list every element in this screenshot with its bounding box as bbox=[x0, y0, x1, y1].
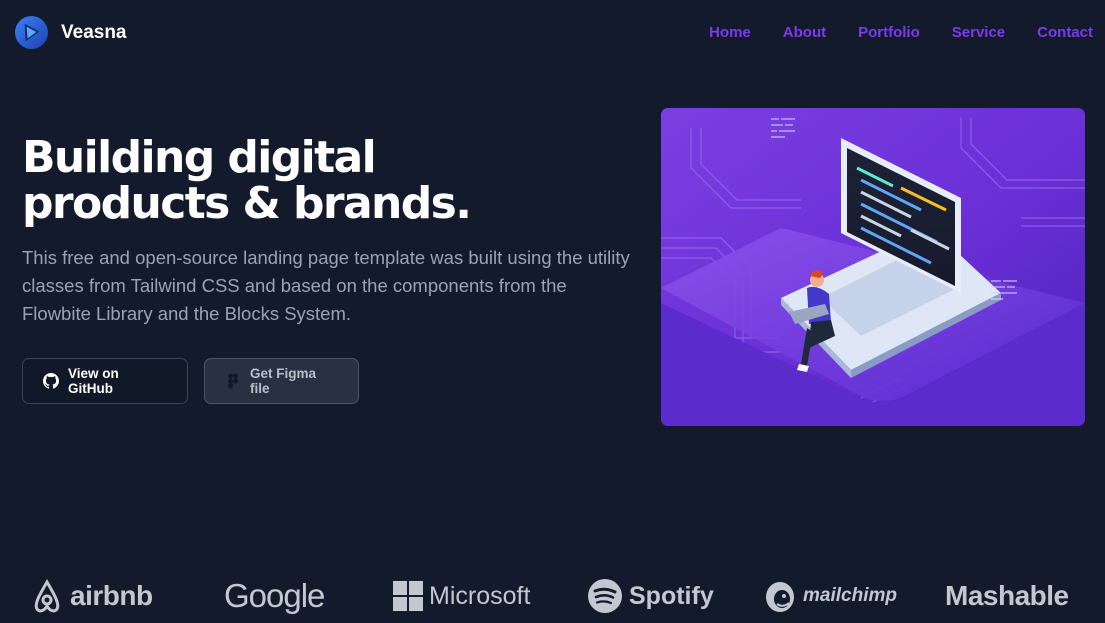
microsoft-wordmark: Microsoft bbox=[429, 581, 531, 610]
nav-about-link[interactable]: About bbox=[783, 23, 826, 43]
nav-service-link[interactable]: Service bbox=[952, 23, 1005, 43]
airbnb-logo: airbnb bbox=[30, 576, 153, 616]
figma-icon bbox=[228, 373, 238, 389]
hero-illustration bbox=[661, 108, 1085, 426]
microsoft-icon bbox=[393, 581, 423, 611]
airbnb-wordmark: airbnb bbox=[70, 580, 153, 611]
spotify-icon bbox=[588, 579, 622, 613]
mashable-wordmark: Mashable bbox=[945, 580, 1069, 611]
main-menu: Home About Portfolio Service Contact bbox=[677, 23, 1093, 43]
github-button-label: View on GitHub bbox=[68, 366, 119, 396]
hero-title-line-2: products & brands. bbox=[22, 178, 472, 229]
hero-title: Building digital products & brands. bbox=[22, 135, 622, 227]
mailchimp-logo: mailchimp bbox=[763, 576, 897, 616]
brand-logo-link[interactable]: Veasna bbox=[14, 15, 127, 50]
hero-subtitle: This free and open-source landing page t… bbox=[22, 247, 630, 324]
nav-portfolio-link[interactable]: Portfolio bbox=[858, 23, 920, 43]
hero-title-line-1: Building digital bbox=[22, 132, 377, 183]
nav-home-link[interactable]: Home bbox=[709, 23, 751, 43]
figma-button-label: Get Figma file bbox=[250, 366, 317, 396]
github-icon bbox=[43, 373, 59, 389]
airbnb-icon bbox=[34, 579, 60, 613]
nav-contact-link[interactable]: Contact bbox=[1037, 23, 1093, 43]
microsoft-logo: Microsoft bbox=[393, 576, 530, 616]
google-wordmark: Google bbox=[224, 577, 325, 614]
get-figma-file-button[interactable]: Get Figma file bbox=[204, 358, 359, 404]
google-logo: Google bbox=[224, 576, 325, 616]
view-on-github-button[interactable]: View on GitHub bbox=[22, 358, 188, 404]
navbar: Veasna Home About Portfolio Service Cont… bbox=[0, 0, 1105, 66]
mashable-logo: Mashable bbox=[945, 576, 1069, 616]
spotify-wordmark: Spotify bbox=[629, 581, 714, 610]
brand-logo-icon bbox=[14, 15, 49, 50]
brand-logos-row: airbnb Google Microsoft Spotify mailchim… bbox=[0, 572, 1105, 622]
mailchimp-wordmark: mailchimp bbox=[803, 585, 897, 606]
mailchimp-icon bbox=[766, 582, 794, 612]
person-on-laptop-illustration bbox=[661, 108, 1085, 426]
brand-name: Veasna bbox=[61, 21, 127, 43]
spotify-logo: Spotify bbox=[587, 576, 714, 616]
